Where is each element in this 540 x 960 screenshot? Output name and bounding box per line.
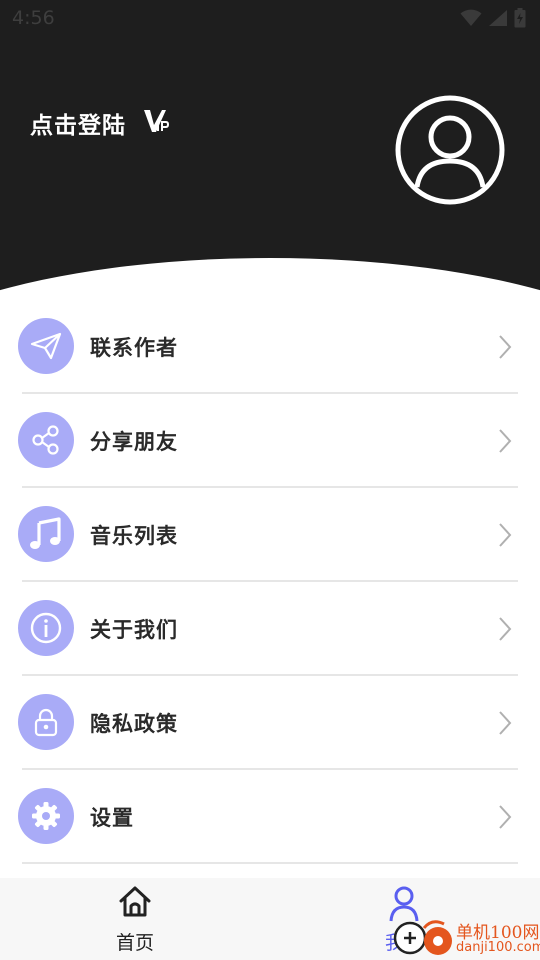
home-icon — [119, 886, 151, 917]
chevron-right-icon — [499, 711, 512, 735]
tab-label: 首页 — [115, 932, 154, 954]
battery-icon — [514, 8, 526, 28]
menu-item-share-friends[interactable]: 分享朋友 — [0, 394, 540, 488]
spacer — [0, 864, 540, 878]
chevron-right-icon — [499, 617, 512, 641]
tab-home[interactable]: 首页 — [65, 878, 205, 960]
watermark: 单机100网 danji100.com — [388, 916, 540, 960]
menu-item-label: 联系作者 — [90, 336, 178, 360]
chevron-right-icon — [499, 805, 512, 829]
vip-icon — [144, 110, 169, 132]
status-bar: 4:56 — [0, 0, 540, 36]
menu-item-label: 分享朋友 — [90, 430, 178, 454]
watermark-logo-icon — [393, 920, 452, 955]
paper-plane-icon — [18, 318, 74, 374]
header-curve — [0, 258, 540, 300]
wifi-icon — [460, 9, 482, 26]
menu-item-about-us[interactable]: 关于我们 — [0, 582, 540, 676]
menu-item-label: 设置 — [90, 806, 134, 830]
chevron-right-icon — [499, 335, 512, 359]
status-icons — [460, 8, 526, 28]
login-link[interactable]: 点击登陆 — [30, 106, 126, 140]
status-time: 4:56 — [12, 7, 55, 29]
signal-icon — [489, 10, 507, 26]
menu-item-label: 关于我们 — [90, 618, 178, 642]
chevron-right-icon — [499, 429, 512, 453]
menu-item-contact-author[interactable]: 联系作者 — [0, 300, 540, 394]
avatar-icon[interactable] — [395, 95, 505, 205]
chevron-right-icon — [499, 523, 512, 547]
menu-list: 联系作者 分享朋友 音乐列表 关于我们 隐私政策 设置 — [0, 300, 540, 864]
share-icon — [18, 412, 74, 468]
gear-icon — [18, 788, 74, 844]
lock-icon — [18, 694, 74, 750]
menu-item-label: 隐私政策 — [90, 712, 178, 736]
music-note-icon — [18, 506, 74, 562]
watermark-url: danji100.com — [456, 940, 540, 955]
menu-item-music-list[interactable]: 音乐列表 — [0, 488, 540, 582]
menu-item-label: 音乐列表 — [90, 524, 178, 548]
menu-item-settings[interactable]: 设置 — [0, 770, 540, 864]
menu-item-privacy-policy[interactable]: 隐私政策 — [0, 676, 540, 770]
info-icon — [18, 600, 74, 656]
